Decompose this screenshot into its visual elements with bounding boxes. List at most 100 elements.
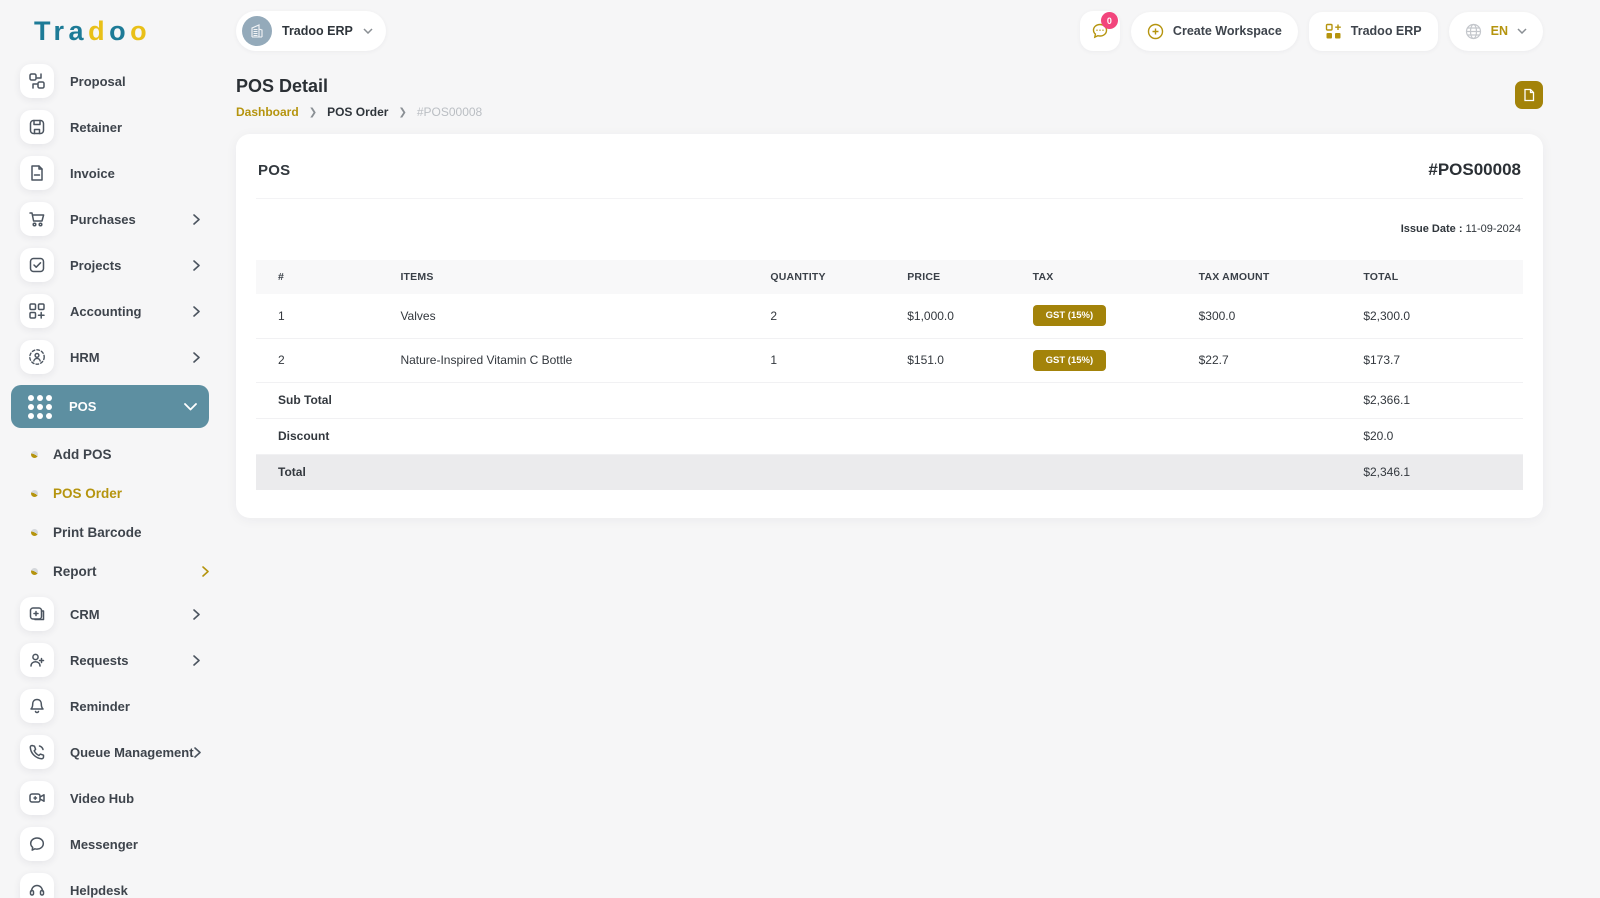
bullet-icon	[31, 529, 38, 536]
summary-value: $20.0	[1363, 418, 1523, 455]
sidebar-item-requests[interactable]: Requests	[11, 642, 209, 678]
chevron-down-icon	[1517, 28, 1527, 34]
chevron-right-icon	[202, 566, 209, 577]
reminder-icon	[20, 689, 54, 723]
summary-row-discount: Discount $20.0	[256, 418, 1523, 455]
main-area: Tradoo ERP 0 Create Workspace Tradoo ERP…	[220, 0, 1600, 518]
queue-management-icon	[20, 735, 54, 769]
summary-label: Sub Total	[256, 382, 1364, 419]
chevron-down-icon	[184, 402, 197, 411]
workspace-avatar	[242, 16, 272, 46]
tax-badge: GST (15%)	[1032, 349, 1107, 371]
page-head: POS Detail Dashboard ❯ POS Order ❯ #POS0…	[220, 62, 1600, 119]
summary-label: Discount	[256, 418, 1364, 455]
sidebar-item-purchases[interactable]: Purchases	[11, 201, 209, 237]
table-cell: $151.0	[907, 338, 1033, 383]
sidebar-subitem-report[interactable]: Report	[31, 557, 209, 586]
sidebar-item-messenger[interactable]: Messenger	[11, 826, 209, 862]
issue-date-label: Issue Date :	[1400, 223, 1463, 235]
sidebar-item-proposal[interactable]: Proposal	[11, 63, 209, 99]
sidebar-subitem-add-pos[interactable]: Add POS	[31, 440, 209, 469]
table-cell: 2	[256, 338, 401, 383]
sidebar-item-crm[interactable]: CRM	[11, 596, 209, 632]
breadcrumb-pos-order[interactable]: POS Order	[327, 105, 388, 119]
sidebar-item-retainer[interactable]: Retainer	[11, 109, 209, 145]
breadcrumb-separator: ❯	[308, 106, 318, 118]
video-hub-icon	[20, 781, 54, 815]
chevron-down-icon	[363, 28, 373, 34]
summary-label: Total	[256, 454, 1364, 490]
export-button[interactable]	[1515, 81, 1543, 109]
table-cell: $1,000.0	[907, 294, 1033, 339]
erp-app-button[interactable]: Tradoo ERP	[1308, 11, 1438, 51]
brand-letter: T	[34, 16, 54, 46]
sidebar-subitem-print-barcode[interactable]: Print Barcode	[31, 518, 209, 547]
topbar-right: 0 Create Workspace Tradoo ERP EN	[1079, 11, 1543, 51]
brand-letter: a	[68, 16, 89, 46]
sidebar-item-label: Requests	[70, 652, 129, 668]
card-title: POS	[258, 161, 291, 179]
chevron-right-icon	[193, 608, 200, 620]
bullet-icon	[31, 490, 38, 497]
chevron-right-icon	[193, 213, 200, 225]
language-label: EN	[1490, 24, 1508, 38]
tax-cell: GST (15%)	[1032, 338, 1199, 383]
sidebar-item-invoice[interactable]: Invoice	[11, 155, 209, 191]
sidebar-item-label: HRM	[70, 349, 100, 365]
pos-icon	[23, 390, 57, 424]
chevron-right-icon	[193, 259, 200, 271]
table-cell: $173.7	[1363, 338, 1523, 383]
brand-letter: d	[88, 16, 110, 46]
page-head-left: POS Detail Dashboard ❯ POS Order ❯ #POS0…	[236, 76, 482, 119]
sidebar-item-helpdesk[interactable]: Helpdesk	[11, 872, 209, 898]
sidebar-item-accounting[interactable]: Accounting	[11, 293, 209, 329]
summary-row-sub-total: Sub Total $2,366.1	[256, 382, 1523, 419]
workspace-selector[interactable]: Tradoo ERP	[236, 11, 386, 51]
breadcrumb-dashboard[interactable]: Dashboard	[236, 105, 299, 119]
sidebar-item-reminder[interactable]: Reminder	[11, 688, 209, 724]
pos-number: #POS00008	[1428, 160, 1521, 179]
sidebar-item-projects[interactable]: Projects	[11, 247, 209, 283]
app-grid-icon	[1325, 23, 1341, 38]
erp-app-label: Tradoo ERP	[1350, 24, 1422, 38]
page-title: POS Detail	[236, 76, 329, 96]
purchases-icon	[20, 202, 54, 236]
table-cell: Valves	[400, 294, 771, 339]
brand-letter: r	[53, 16, 69, 46]
sidebar-item-hrm[interactable]: HRM	[11, 339, 209, 375]
table-cell: 1	[770, 338, 908, 383]
document-icon	[1524, 88, 1535, 102]
column-header--: #	[278, 271, 285, 283]
table-cell: 1	[256, 294, 401, 339]
sidebar-subitem-pos-order[interactable]: POS Order	[31, 479, 209, 508]
chevron-right-icon	[193, 746, 201, 758]
brand-letter: o	[130, 16, 152, 46]
issue-date: Issue Date : 11-09-2024	[258, 223, 1521, 235]
sidebar-item-label: POS	[69, 399, 97, 414]
sidebar-item-pos[interactable]: POS	[11, 385, 209, 428]
language-selector[interactable]: EN	[1448, 11, 1543, 51]
bullet-icon	[31, 568, 38, 575]
brand-logo: Tradoo	[0, 0, 220, 59]
sidebar-subitem-label: Print Barcode	[53, 525, 142, 540]
create-workspace-button[interactable]: Create Workspace	[1130, 11, 1298, 51]
brand-letter: o	[109, 16, 131, 46]
tax-badge: GST (15%)	[1032, 305, 1107, 327]
breadcrumb-separator: ❯	[398, 106, 407, 118]
create-workspace-label: Create Workspace	[1172, 24, 1282, 38]
column-header-tax: TAX	[1032, 271, 1054, 283]
sidebar-item-label: Proposal	[70, 73, 126, 89]
chevron-right-icon	[193, 305, 200, 317]
sidebar-item-label: Purchases	[70, 211, 136, 227]
summary-value: $2,366.1	[1363, 382, 1523, 419]
pos-grid-icon	[28, 394, 52, 419]
sidebar-item-video-hub[interactable]: Video Hub	[11, 780, 209, 816]
chat-badge: 0	[1100, 12, 1118, 29]
chat-button[interactable]: 0	[1079, 11, 1120, 51]
sidebar-subitem-label: Report	[53, 564, 97, 579]
sidebar-item-label: Invoice	[70, 165, 115, 181]
issue-date-value: 11-09-2024	[1465, 223, 1521, 235]
sidebar-item-queue-management[interactable]: Queue Management	[11, 734, 209, 770]
table-row: 1 Valves 2 $1,000.0 GST (15%) $300.0 $2,300.0	[256, 294, 1523, 339]
pos-detail-card: POS #POS00008 Issue Date : 11-09-2024 # I…	[236, 134, 1543, 518]
